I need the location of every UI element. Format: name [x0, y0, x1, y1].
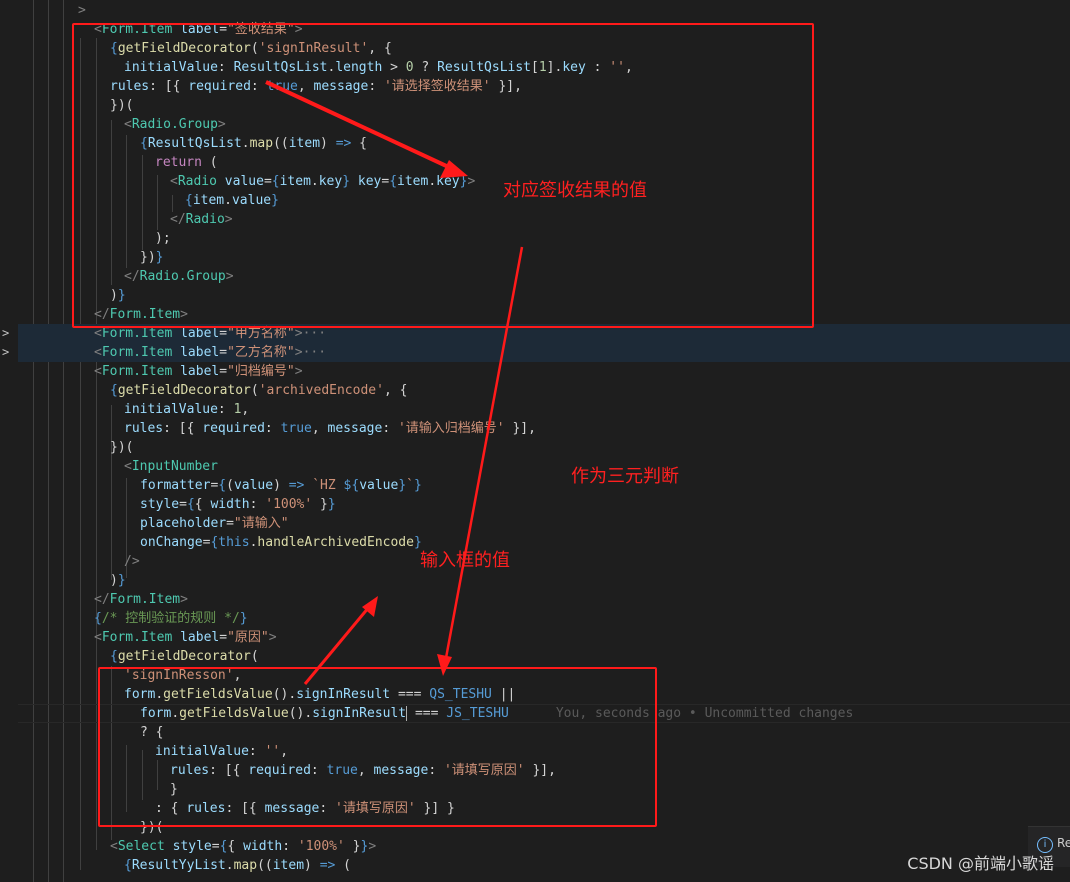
annotation-label-result-value: 对应签收结果的值	[503, 180, 647, 201]
arrow-to-input-label	[303, 606, 371, 685]
annotation-label-input-value: 输入框的值	[420, 550, 510, 571]
arrow-to-radio-key-head	[440, 160, 468, 178]
arrow-to-radio-key	[265, 80, 456, 172]
arrow-to-qs-teshu-head	[437, 654, 452, 676]
watermark: CSDN @前端小歌谣	[907, 854, 1054, 873]
annotation-arrows	[265, 80, 524, 685]
notification-label: Re	[1057, 836, 1070, 850]
arrow-to-qs-teshu	[444, 246, 524, 659]
annotation-label-ternary: 作为三元判断	[571, 466, 679, 487]
